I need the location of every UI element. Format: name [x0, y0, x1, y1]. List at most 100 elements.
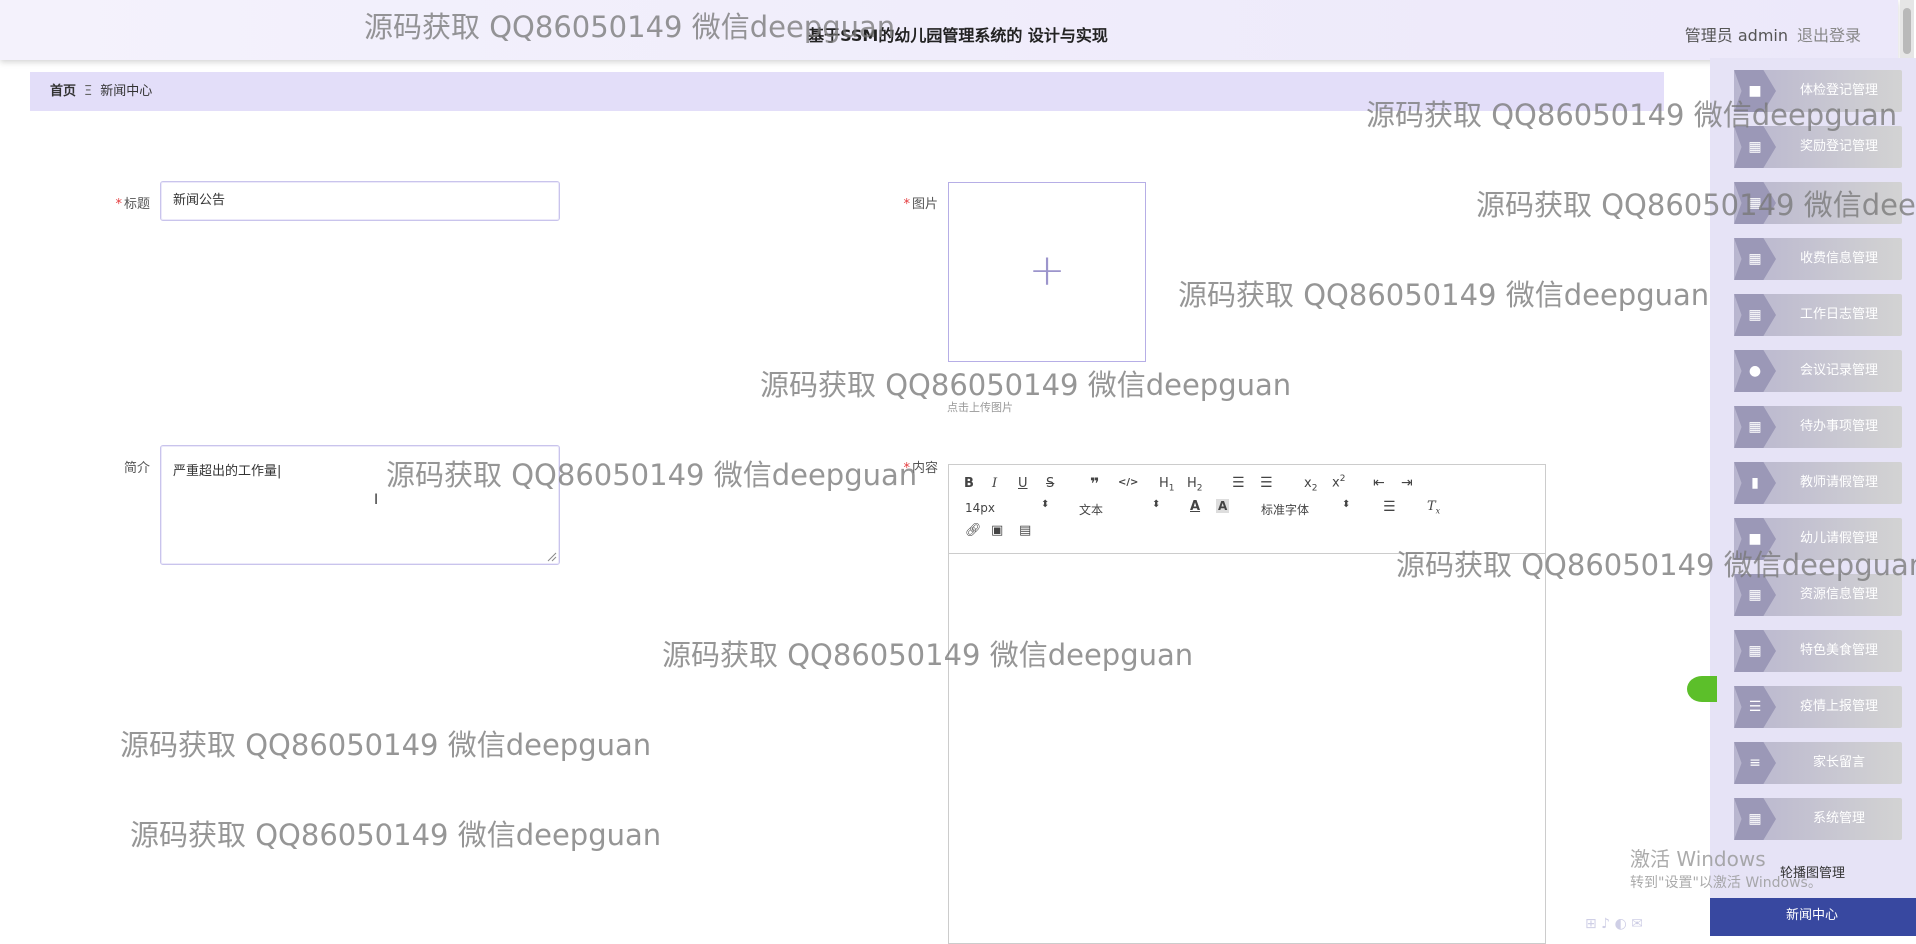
grid-icon: ▦	[1748, 307, 1762, 323]
sidebar-item-label: 收费信息管理	[1799, 251, 1878, 266]
resize-handle-icon[interactable]	[547, 552, 557, 562]
image-label-text: 图片	[911, 197, 938, 212]
grid-icon: ▦	[1748, 419, 1762, 435]
code-block-icon[interactable]: </>	[1118, 477, 1138, 488]
plus-icon: +	[1028, 245, 1066, 296]
sidebar-item[interactable]: ■ 幼儿请假管理	[1734, 518, 1902, 560]
grid-icon: ▦	[1748, 139, 1762, 155]
align-icon[interactable]: ☰	[1383, 499, 1396, 515]
font-size-select[interactable]: 14px	[965, 501, 995, 515]
blockquote-icon[interactable]: ❞	[1090, 474, 1099, 493]
summary-text: 严重超出的工作量|	[173, 464, 282, 479]
sidebar-item-label: 家长留言	[1812, 755, 1865, 770]
title-label-text: 标题	[123, 197, 150, 212]
sidebar-item-label: 体检登记管理	[1799, 83, 1878, 98]
grid-icon: ▦	[1748, 251, 1762, 267]
sidebar-item[interactable]: ▦ 资源信息管理	[1734, 574, 1902, 616]
system-tray-icons: ⊞ ♪ ◐ ✉	[1585, 916, 1643, 932]
watermark: 源码获取 QQ86050149 微信deepguan	[1178, 278, 1710, 312]
content-label: * 内容	[890, 457, 938, 476]
sidebar-item[interactable]: ▦ 收费信息管理	[1734, 238, 1902, 280]
sidebar-item-label: 待办事项管理	[1799, 419, 1878, 434]
windows-activation: 激活 Windows 转到"设置"以激活 Windows。	[1630, 843, 1822, 892]
person-icon: ●	[1748, 363, 1762, 379]
logout-link[interactable]: 退出登录	[1797, 22, 1861, 46]
sidebar-item-label: 奖励登记管理	[1799, 139, 1878, 154]
sidebar-item-label: 特色美食管理	[1799, 643, 1878, 658]
video-icon[interactable]: ▤	[1019, 523, 1031, 538]
required-mark: *	[115, 197, 122, 212]
link-icon[interactable]: 🔗︎	[965, 523, 982, 538]
font-family-select[interactable]: 标准字体	[1261, 501, 1309, 518]
breadcrumb-separator: Ξ	[84, 84, 93, 99]
sidebar-item[interactable]: ▮ 教师请假管理	[1734, 462, 1902, 504]
strikethrough-icon[interactable]: S	[1046, 476, 1054, 491]
briefcase-icon: ■	[1748, 83, 1762, 99]
sidebar-item[interactable]: ≡ 家长留言	[1734, 742, 1902, 784]
floating-widget[interactable]	[1687, 676, 1717, 702]
sidebar-item-label: 教师请假管理	[1799, 475, 1878, 490]
clear-format-icon[interactable]: Tx	[1427, 499, 1440, 516]
font-color-icon[interactable]: A	[1190, 499, 1200, 514]
breadcrumb-current: 新闻中心	[100, 84, 153, 99]
outdent-icon[interactable]: ⇤	[1373, 475, 1385, 491]
scrollbar-thumb[interactable]	[1903, 8, 1911, 54]
required-mark: *	[903, 197, 910, 212]
subscript-icon[interactable]: x2	[1304, 476, 1317, 494]
font-size-chevron-icon: ⬍	[1041, 499, 1050, 510]
rich-text-editor[interactable]: B I U S ❞ </> H1 H2 ☰ ☰ x2 x2 ⇤ ⇥ 14px ⬍…	[948, 464, 1546, 944]
bullet-list-icon[interactable]: ☰	[1260, 475, 1273, 491]
sidebar-item[interactable]: ● 会议记录管理	[1734, 350, 1902, 392]
sidebar-item-label: 幼儿请假管理	[1799, 531, 1878, 546]
h2-icon[interactable]: H2	[1187, 476, 1203, 494]
grid-icon: ▦	[1748, 195, 1762, 211]
sidebar-item[interactable]: ■ 体检登记管理	[1734, 70, 1902, 112]
summary-textarea[interactable]: 严重超出的工作量|	[160, 445, 560, 565]
title-label: * 标题	[100, 193, 150, 212]
bold-icon[interactable]: B	[964, 476, 974, 491]
sidebar-item[interactable]: ☰ 疫情上报管理	[1734, 686, 1902, 728]
sidebar-item[interactable]: ▦ 待办事项管理	[1734, 406, 1902, 448]
required-mark: *	[903, 461, 910, 476]
briefcase-icon: ■	[1748, 531, 1762, 547]
top-header: 基于SSM的幼儿园管理系统的 设计与实现 管理员 admin 退出登录	[0, 0, 1898, 60]
editor-toolbar: B I U S ❞ </> H1 H2 ☰ ☰ x2 x2 ⇤ ⇥ 14px ⬍…	[949, 465, 1545, 554]
ordered-list-icon[interactable]: ☰	[1232, 475, 1245, 491]
breadcrumb-home[interactable]: 首页	[50, 84, 76, 99]
italic-icon[interactable]: I	[992, 476, 997, 491]
h1-icon[interactable]: H1	[1159, 476, 1175, 494]
sidebar-item[interactable]: ▦ 工作日志管理	[1734, 294, 1902, 336]
image-icon[interactable]: ▣	[991, 523, 1003, 538]
sidebar-active-label: 新闻中心	[1786, 908, 1839, 923]
sidebar: ■ 体检登记管理 ▦ 奖励登记管理 ▦ ▦ 收费信息管理 ▦ 工作日志管理 ● 会议记录管…	[1710, 58, 1916, 936]
watermark: 源码获取 QQ86050149 微信deepguan	[130, 818, 662, 852]
content-label-text: 内容	[911, 461, 938, 476]
paragraph-select[interactable]: 文本	[1079, 501, 1103, 518]
sidebar-item[interactable]: ▦ 奖励登记管理	[1734, 126, 1902, 168]
upload-hint: 点击上传图片	[947, 401, 1013, 414]
grid-icon: ▦	[1748, 811, 1762, 827]
sidebar-item-news-center[interactable]: 新闻中心	[1710, 898, 1916, 936]
sidebar-item-label: 工作日志管理	[1799, 307, 1878, 322]
text-cursor-icon: I	[374, 492, 379, 508]
activation-subtitle: 转到"设置"以激活 Windows。	[1630, 875, 1822, 891]
background-color-icon[interactable]: A	[1216, 499, 1230, 513]
watermark: 源码获取 QQ86050149 微信deepguan	[760, 368, 1292, 402]
scrollbar[interactable]	[1900, 0, 1914, 62]
summary-label: 简介	[123, 461, 150, 476]
sidebar-item[interactable]: ▦ 特色美食管理	[1734, 630, 1902, 672]
sidebar-item-label: 资源信息管理	[1799, 587, 1878, 602]
sidebar-item[interactable]: ▦	[1734, 182, 1902, 224]
image-upload-box[interactable]: +	[948, 182, 1146, 362]
indent-icon[interactable]: ⇥	[1401, 475, 1413, 491]
sidebar-item-label	[1784, 182, 1894, 224]
underline-icon[interactable]: U	[1018, 476, 1028, 491]
superscript-icon[interactable]: x2	[1332, 474, 1345, 490]
sliders-icon: ≡	[1749, 755, 1761, 771]
font-family-chevron-icon: ⬍	[1342, 499, 1351, 510]
user-label: 管理员 admin	[1684, 26, 1788, 45]
app-title: 基于SSM的幼儿园管理系统的 设计与实现	[808, 26, 1108, 45]
sidebar-item[interactable]: ▦ 系统管理	[1734, 798, 1902, 840]
title-input[interactable]: 新闻公告	[160, 181, 560, 221]
breadcrumb: 首页 Ξ 新闻中心	[30, 72, 1664, 111]
